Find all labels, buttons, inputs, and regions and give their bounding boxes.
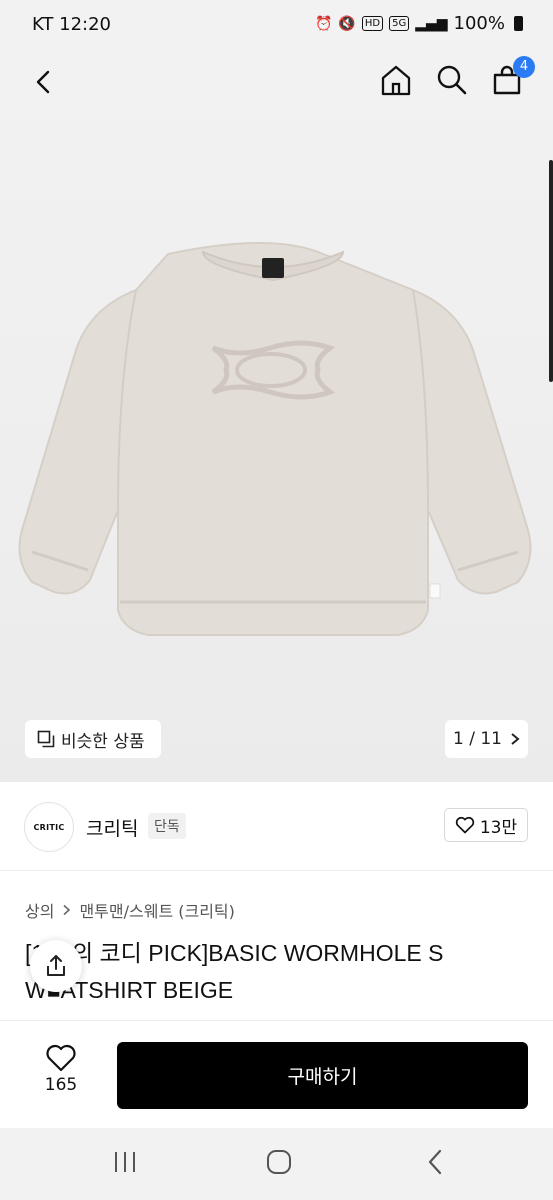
alarm-icon: ⏰ xyxy=(314,15,333,32)
page-indicator-text: 1 / 11 xyxy=(453,729,502,749)
product-gallery[interactable]: 4 비슷한 상품 1 / 11 xyxy=(0,50,553,782)
back-arrow-icon xyxy=(36,70,50,94)
brand-like-button[interactable]: 13만 xyxy=(444,808,528,842)
brand-row: CRITIC 크리틱 단독 13만 xyxy=(0,782,553,871)
status-icons: ⏰ 🔇 HD 5G ▂▄▆ 100% xyxy=(315,13,523,34)
breadcrumb-subcategory[interactable]: 맨투맨/스웨트 (크리틱) xyxy=(79,898,234,922)
system-home-button[interactable] xyxy=(254,1142,304,1182)
share-icon xyxy=(47,955,65,976)
brand-name[interactable]: 크리틱 xyxy=(86,814,138,841)
wishlist-count: 165 xyxy=(44,1075,78,1095)
search-icon xyxy=(437,65,467,95)
product-title: [1■■의 코디 PICK]BASIC WORMHOLE S W■ATSHIRT… xyxy=(25,935,525,1009)
product-title-line1: [1■■의 코디 PICK]BASIC WORMHOLE S xyxy=(25,940,444,966)
home-icon xyxy=(381,65,411,96)
brand-logo[interactable]: CRITIC xyxy=(24,802,74,852)
share-button[interactable] xyxy=(30,940,82,992)
hd-icon: HD xyxy=(361,16,384,31)
buy-button-label: 구매하기 xyxy=(287,1066,358,1088)
back-button[interactable] xyxy=(22,60,66,104)
breadcrumb: 상의 맨투맨/스웨트 (크리틱) xyxy=(25,898,235,922)
wishlist-button[interactable]: 165 xyxy=(30,1043,92,1107)
exclusive-tag: 단독 xyxy=(148,813,186,839)
similar-items-icon xyxy=(37,730,55,748)
brand-logo-text: CRITIC xyxy=(33,822,65,832)
cart-count-badge: 4 xyxy=(513,56,535,78)
similar-products-label: 비슷한 상품 xyxy=(61,731,145,752)
image-page-indicator[interactable]: 1 / 11 xyxy=(445,720,528,758)
buy-button[interactable]: 구매하기 xyxy=(117,1042,528,1109)
heart-icon xyxy=(455,816,475,834)
recents-icon xyxy=(115,1152,135,1172)
heart-icon xyxy=(46,1044,76,1072)
scrollbar[interactable] xyxy=(549,160,553,382)
battery-icon xyxy=(514,16,523,31)
5g-icon: 5G xyxy=(389,16,410,31)
signal-icon: ▂▄▆ xyxy=(415,15,448,32)
system-nav-bar xyxy=(0,1128,553,1200)
home-button[interactable] xyxy=(374,58,418,102)
recents-button[interactable] xyxy=(100,1142,150,1182)
similar-products-button[interactable]: 비슷한 상품 xyxy=(25,720,161,758)
product-title-line2: W■ATSHIRT BEIGE xyxy=(25,977,234,1003)
system-back-button[interactable] xyxy=(410,1142,460,1182)
cart-button[interactable]: 4 xyxy=(485,56,535,102)
battery-percent: 100% xyxy=(453,13,505,34)
brand-like-count: 13만 xyxy=(479,817,518,838)
product-image[interactable] xyxy=(18,230,538,670)
home-circle-icon xyxy=(267,1150,291,1174)
back-icon xyxy=(428,1149,442,1175)
mute-icon: 🔇 xyxy=(338,15,356,32)
search-button[interactable] xyxy=(430,58,474,102)
breadcrumb-category[interactable]: 상의 xyxy=(25,898,54,922)
chevron-right-icon xyxy=(511,733,520,745)
chevron-right-icon xyxy=(63,904,71,916)
carrier-time: KT 12:20 xyxy=(32,14,111,35)
bottom-action-bar: 165 구매하기 xyxy=(0,1020,553,1129)
status-bar: KT 12:20 ⏰ 🔇 HD 5G ▂▄▆ 100% xyxy=(0,0,553,50)
